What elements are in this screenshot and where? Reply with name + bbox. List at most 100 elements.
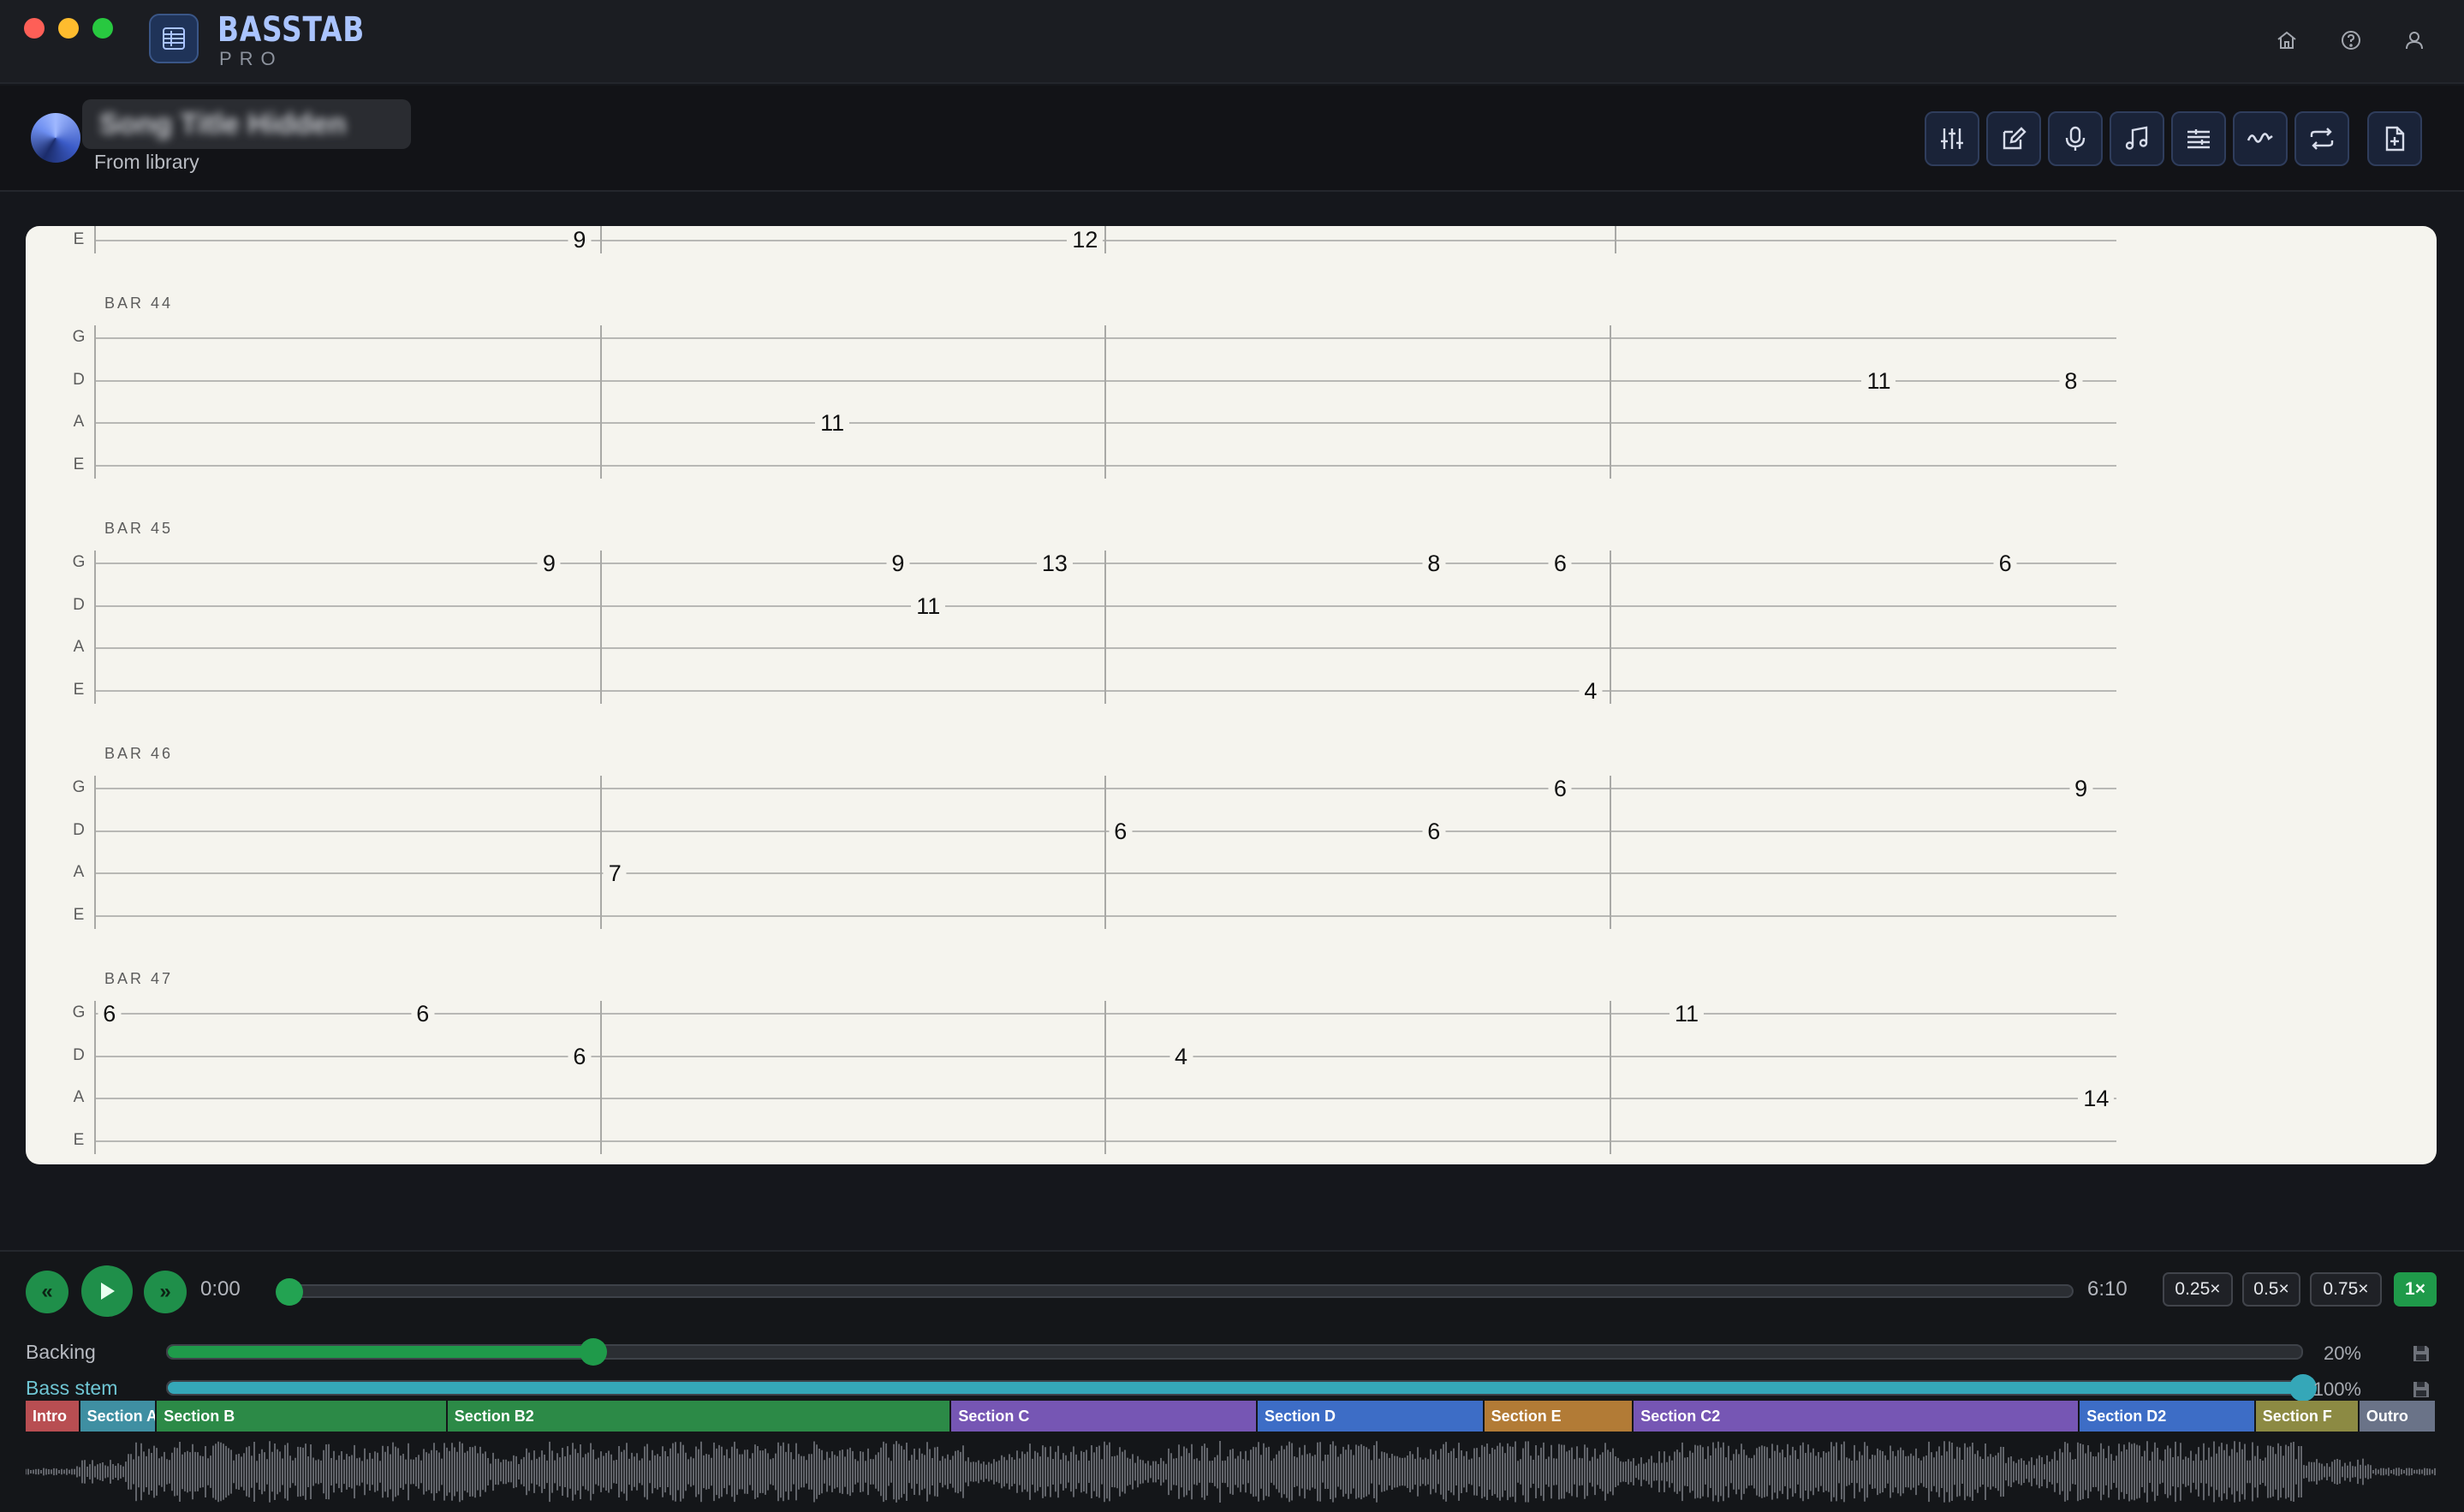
speed-option-button[interactable]: 1× — [2394, 1272, 2437, 1307]
volume-slider-thumb[interactable] — [580, 1338, 608, 1366]
tab-view-button[interactable] — [2171, 111, 2226, 166]
brand-name: BASSTAB — [217, 10, 366, 50]
fret-number[interactable]: 9 — [568, 227, 592, 253]
fret-number[interactable]: 14 — [2078, 1086, 2115, 1111]
section-timeline: Intro Section A Section B Section B2 Section… — [26, 1401, 2437, 1432]
fret-number[interactable]: 13 — [1036, 551, 1073, 576]
play-button[interactable] — [81, 1265, 133, 1317]
save-icon[interactable] — [2411, 1343, 2431, 1364]
measure-divider — [1104, 551, 1106, 704]
fret-number[interactable]: 11 — [1861, 367, 1896, 394]
fret-number[interactable]: 7 — [603, 860, 627, 886]
loop-button[interactable] — [2294, 111, 2349, 166]
loop-icon — [2310, 128, 2334, 150]
save-icon[interactable] — [2411, 1379, 2431, 1400]
string-name: E — [73, 230, 85, 248]
fret-number[interactable]: 6 — [1993, 551, 2017, 576]
progress-track[interactable] — [283, 1284, 2074, 1298]
section-marker[interactable]: Section C — [951, 1401, 1258, 1432]
edit-button[interactable] — [1986, 111, 2041, 166]
fret-number[interactable]: 9 — [886, 551, 910, 576]
speed-option-button[interactable]: 0.25× — [2163, 1272, 2233, 1307]
fret-number[interactable]: 11 — [1669, 1001, 1705, 1027]
measure-divider — [600, 325, 602, 479]
measure-divider — [1610, 776, 1611, 929]
section-marker[interactable]: Outro — [2359, 1401, 2437, 1432]
volume-percent: 20% — [2323, 1342, 2361, 1364]
section-marker[interactable]: Section D2 — [2080, 1401, 2256, 1432]
app-logo-icon — [149, 14, 199, 63]
fret-number[interactable]: 11 — [911, 592, 946, 619]
fret-number[interactable]: 6 — [1548, 776, 1572, 801]
waveform-button[interactable] — [2233, 111, 2288, 166]
fret-number[interactable]: 8 — [2059, 367, 2083, 394]
fret-number[interactable]: 6 — [411, 1001, 435, 1027]
music-note-icon — [2125, 126, 2148, 150]
close-window-button[interactable] — [24, 18, 45, 39]
mixer-button[interactable] — [1925, 111, 1979, 166]
edit-icon — [2003, 127, 2027, 150]
string-name: D — [73, 820, 85, 839]
export-icon — [2385, 126, 2405, 152]
string-name: E — [73, 1130, 85, 1149]
string-name: D — [73, 370, 85, 389]
string-name: A — [73, 638, 85, 656]
user-icon[interactable] — [2400, 26, 2429, 55]
section-marker[interactable]: Section A — [80, 1401, 158, 1432]
volume-label: Bass stem — [26, 1377, 118, 1399]
fret-number[interactable]: 9 — [537, 551, 561, 576]
measure-divider — [600, 776, 602, 929]
fret-number[interactable]: 6 — [98, 1001, 122, 1027]
help-icon[interactable] — [2336, 26, 2366, 55]
volume-slider-track[interactable] — [166, 1344, 2303, 1360]
waveform-path — [26, 1441, 2436, 1503]
tab-sheet: E 9 12 BAR 44 G D A E 11 8 11 BAR 45 G D A E 9 9 13 8 6 6 11 4 B… — [26, 226, 2437, 1164]
measure-divider — [600, 1001, 602, 1154]
section-marker[interactable]: Section D — [1257, 1401, 1485, 1432]
measure-divider — [1104, 1001, 1106, 1154]
fret-number[interactable]: 6 — [568, 1043, 592, 1069]
fret-number[interactable]: 9 — [2069, 776, 2093, 801]
zoom-window-button[interactable] — [92, 18, 113, 39]
bar-label: BAR 46 — [104, 745, 174, 762]
measure-divider — [94, 551, 96, 704]
string-name: E — [73, 680, 85, 699]
section-marker[interactable]: Section C2 — [1634, 1401, 2080, 1432]
fret-number[interactable]: 6 — [1422, 818, 1446, 844]
fret-number[interactable]: 6 — [1109, 818, 1133, 844]
bar-label: BAR 47 — [104, 970, 174, 987]
section-marker[interactable]: Intro — [26, 1401, 80, 1432]
export-button[interactable] — [2367, 111, 2422, 166]
microphone-button[interactable] — [2048, 111, 2103, 166]
string-name: A — [73, 1088, 85, 1106]
fret-number[interactable]: 6 — [1548, 551, 1572, 576]
fret-number[interactable]: 12 — [1067, 227, 1104, 253]
music-note-button[interactable] — [2110, 111, 2164, 166]
progress-thumb[interactable] — [276, 1278, 303, 1306]
measure-divider — [1610, 325, 1611, 479]
waveform-display[interactable] — [26, 1433, 2437, 1510]
section-marker[interactable]: Section E — [1484, 1401, 1634, 1432]
home-icon[interactable] — [2272, 26, 2301, 55]
rewind-button[interactable]: « — [26, 1271, 68, 1313]
fret-number[interactable]: 11 — [815, 410, 850, 436]
speed-option-button[interactable]: 0.75× — [2310, 1272, 2382, 1307]
section-marker[interactable]: Section F — [2255, 1401, 2360, 1432]
speed-option-button[interactable]: 0.5× — [2242, 1272, 2300, 1307]
volume-slider-track[interactable] — [166, 1380, 2303, 1396]
forward-button[interactable]: » — [144, 1271, 187, 1313]
fret-number[interactable]: 4 — [1170, 1043, 1193, 1069]
measure-divider — [1104, 776, 1106, 929]
string-name: G — [72, 778, 86, 796]
string-name: G — [72, 328, 86, 346]
section-marker[interactable]: Section B2 — [447, 1401, 952, 1432]
minimize-window-button[interactable] — [58, 18, 79, 39]
volume-slider-fill — [168, 1382, 2301, 1394]
microphone-icon — [2065, 126, 2086, 151]
fret-number[interactable]: 8 — [1422, 551, 1446, 576]
measure-divider — [600, 551, 602, 704]
fret-number[interactable]: 4 — [1579, 677, 1603, 704]
song-header: Song Title Hidden From library — [0, 86, 2464, 192]
section-marker[interactable]: Section B — [157, 1401, 448, 1432]
song-title: Song Title Hidden — [99, 108, 347, 140]
